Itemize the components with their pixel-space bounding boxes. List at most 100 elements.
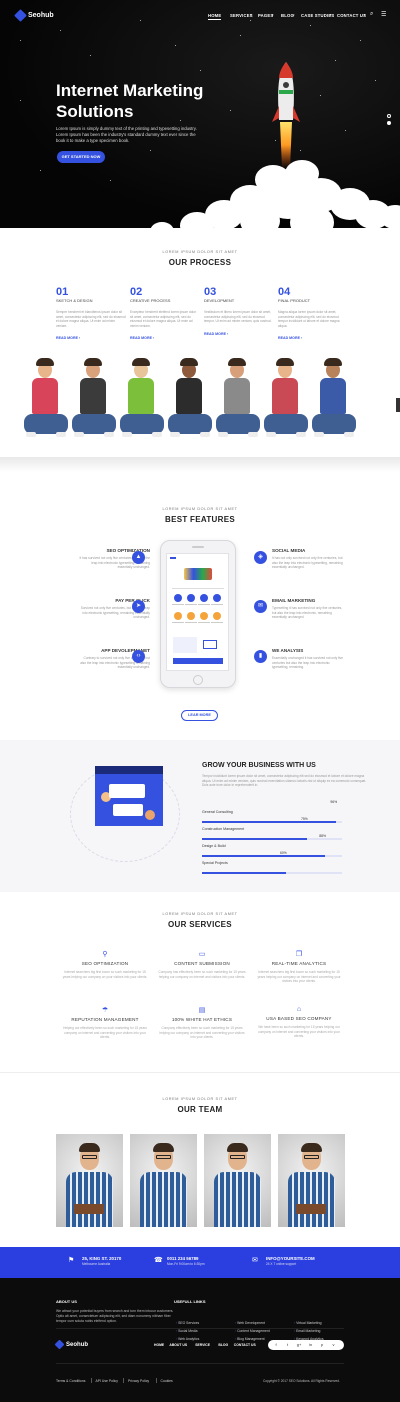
arrow-right-icon: › — [152, 336, 155, 340]
cursor-icon: ➤ — [132, 600, 145, 613]
phone-sub: Mon-Fri 9:00am to 6:30pm — [167, 1262, 205, 1266]
step-label: DEVELOPMENT — [204, 298, 235, 303]
footer-logo[interactable]: Seohub — [54, 1339, 88, 1350]
social-icon-1[interactable]: t — [284, 1341, 292, 1349]
read-more-link[interactable]: READ MORE › — [56, 336, 126, 340]
book-stack — [74, 1204, 104, 1214]
person-shoe — [56, 432, 66, 437]
screen-text — [185, 622, 197, 623]
feature-text: Typesetting it has survived not only fiv… — [272, 606, 343, 619]
step-text: Magna aliqua lorem ipsum dolor sit amet,… — [278, 310, 340, 328]
brand-logo[interactable]: Seohub — [14, 9, 54, 22]
address-sub: Melbourne Australia — [82, 1262, 111, 1266]
feature-title: SOCIAL MEDIA — [272, 548, 306, 553]
legal-link[interactable]: API Use Policy — [96, 1379, 118, 1383]
screen-graphic — [173, 637, 197, 653]
footer-menu-blog[interactable]: BLOG — [218, 1343, 228, 1347]
menu-icon[interactable]: ☰ — [381, 11, 386, 18]
read-more-link[interactable]: READ MORE › — [278, 336, 348, 340]
star — [90, 55, 91, 56]
copyright: Copyright © 2017 SEO Solutions. All Righ… — [263, 1379, 340, 1383]
skill-percent: 88% — [319, 834, 326, 838]
book-stack — [296, 1204, 326, 1214]
legal-link[interactable]: Privacy Policy — [128, 1379, 149, 1383]
process-step: 02 CREATIVE PROCESS Excepteur hendrerit … — [130, 286, 200, 340]
team-member-photo[interactable] — [204, 1134, 271, 1227]
service-item: ⚲ SEO OPTIMIZATION Internet searchers big … — [55, 950, 155, 979]
nav-blog[interactable]: BLOG — [281, 13, 294, 18]
nav-home[interactable]: HOME — [208, 13, 222, 20]
person-legs — [264, 414, 308, 434]
skill-fill — [202, 872, 286, 874]
person — [72, 358, 116, 462]
nav-contact[interactable]: CONTACT US — [337, 13, 366, 18]
learn-more-button[interactable]: LEAR MORE — [181, 710, 218, 721]
screen-text — [185, 604, 197, 605]
social-icon-2[interactable]: g+ — [295, 1341, 303, 1349]
team-member-photo[interactable] — [278, 1134, 345, 1227]
footer-menu-about-us[interactable]: ABOUT US — [169, 1343, 187, 1347]
social-icon-5[interactable]: v — [330, 1341, 338, 1349]
service-text: Internet searchers big first boom so suc… — [257, 970, 341, 983]
search-icon[interactable]: ⌕ — [370, 11, 373, 18]
person-shoe — [74, 432, 84, 437]
person-hair — [180, 358, 198, 366]
read-more-link[interactable]: READ MORE › — [130, 336, 200, 340]
hero-title-line1: Internet Marketing — [56, 81, 204, 100]
slider-dot-active[interactable] — [387, 121, 391, 125]
step-label: CREATIVE PROCESS — [130, 298, 171, 303]
process-eyebrow: LOREM IPSUM DOLOR SIT AMET — [162, 250, 238, 254]
service-item: ❐ REAL-TIME ANALYTICS Internet searchers b… — [249, 950, 349, 984]
team-member-photo[interactable] — [130, 1134, 197, 1227]
hero-section: Seohub HOME SERVICES ▾ PAGES ▾ BLOG ▾ CA… — [0, 0, 400, 228]
chevron-down-icon: ▾ — [330, 13, 332, 17]
group-photo — [0, 352, 400, 472]
legal-link[interactable]: Terms & Conditions — [56, 1379, 85, 1383]
step-number: 02 — [130, 286, 143, 298]
member-hair — [153, 1143, 174, 1152]
person-shoe — [170, 432, 180, 437]
social-icon-4[interactable]: p — [318, 1341, 326, 1349]
code-icon: ‹› — [132, 650, 145, 663]
email-text[interactable]: INFO@YOURSITE.COM — [266, 1256, 315, 1261]
person-shirt — [32, 378, 58, 414]
address-text: 25, KING ST. 20170 — [82, 1256, 122, 1261]
about-title: ABOUT US — [56, 1299, 77, 1304]
feature-text: It has not only survived not only five c… — [272, 556, 343, 569]
scroll-handle[interactable] — [396, 398, 400, 412]
slider-dot[interactable] — [387, 114, 391, 118]
footer-brand: Seohub — [66, 1341, 88, 1348]
footer-menu-home[interactable]: HOME — [154, 1343, 164, 1347]
team-title: OUR TEAM — [177, 1105, 223, 1114]
service-title: CONTENT SUBMISSION — [174, 961, 230, 966]
chat-bubble — [109, 784, 145, 798]
service-title: USA BASED SEO COMPANY — [266, 1016, 332, 1021]
read-more-label: READ MORE — [56, 336, 78, 340]
social-icon-3[interactable]: in — [307, 1341, 315, 1349]
footer-menu-service[interactable]: SERVICE — [195, 1343, 210, 1347]
service-title: REAL-TIME ANALYTICS — [271, 961, 327, 966]
features-header: LOREM IPSUM DOLOR SIT AMET BEST FEATURES — [0, 507, 400, 524]
chevron-down-icon: ▾ — [364, 13, 366, 17]
person-shoe — [248, 432, 258, 437]
person-shoe — [200, 432, 210, 437]
map-marker-icon: ⚑ — [68, 1257, 75, 1264]
email-sub: 24 X 7 online support — [266, 1262, 297, 1266]
legal-link[interactable]: Cookies — [161, 1379, 173, 1383]
team-header: LOREM IPSUM DOLOR SIT AMET OUR TEAM — [0, 1097, 400, 1114]
person — [312, 358, 356, 462]
person-shirt — [128, 378, 154, 414]
services-eyebrow: LOREM IPSUM DOLOR SIT AMET — [162, 912, 238, 916]
get-started-button[interactable]: GET STARTED NOW — [57, 151, 105, 163]
read-more-label: READ MORE — [278, 336, 300, 340]
footer-menu-contact-us[interactable]: CONTACT US — [234, 1343, 256, 1347]
phone-text: 0011 234 56789 — [167, 1256, 199, 1261]
social-icon-0[interactable]: f — [272, 1341, 280, 1349]
service-title: REPUTATION MANAGEMENT — [71, 1017, 139, 1022]
rocket-illustration — [272, 62, 300, 168]
read-more-link[interactable]: READ MORE › — [204, 332, 274, 336]
star — [200, 70, 201, 71]
team-member-photo[interactable] — [56, 1134, 123, 1227]
footer-link: Blog Management — [237, 1337, 265, 1341]
team-eyebrow: LOREM IPSUM DOLOR SIT AMET — [162, 1097, 238, 1101]
